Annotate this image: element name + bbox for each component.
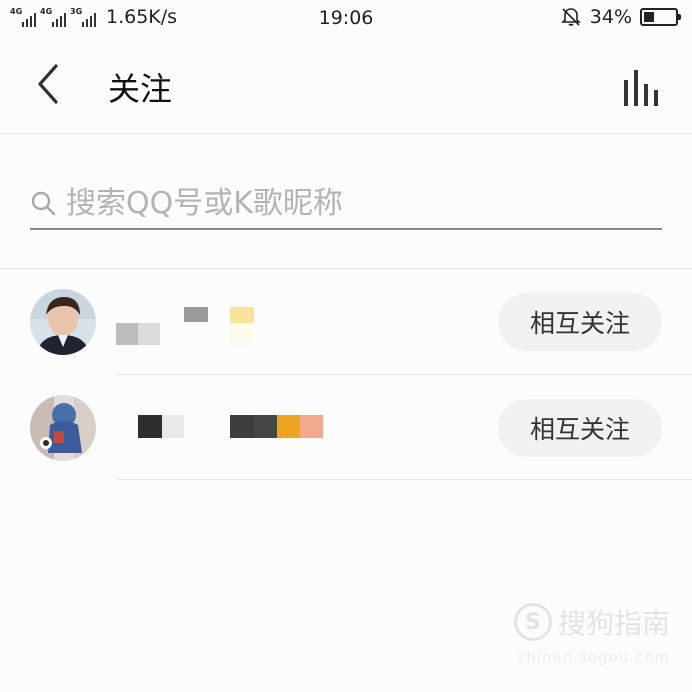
search-icon (31, 191, 56, 216)
mutual-follow-button[interactable]: 相互关注 (498, 293, 662, 351)
battery-percent: 34% (589, 6, 632, 28)
mutual-follow-button[interactable]: 相互关注 (498, 399, 662, 457)
bell-muted-icon (560, 8, 581, 26)
back-button[interactable] (28, 62, 72, 106)
bar-chart-icon (624, 70, 658, 106)
watermark-url: zhinan.sogou.com (517, 648, 670, 666)
nickname-redacted (230, 307, 254, 323)
watermark-brand: 搜狗指南 (557, 607, 670, 640)
list-item[interactable]: 相互关注 (0, 269, 692, 375)
avatar-image (30, 395, 96, 461)
header-bar: 关注 (0, 36, 692, 134)
app-screen: 4G 4G 3G 1.65K/s 19:06 34% 关注 搜索QQ号或K歌昵称… (0, 0, 692, 692)
page-title: 关注 (108, 70, 173, 108)
status-bar: 4G 4G 3G 1.65K/s 19:06 34% (0, 0, 692, 36)
nickname-redacted (138, 415, 184, 438)
chevron-left-icon (38, 64, 58, 104)
battery-icon (640, 8, 681, 26)
nickname-redacted (116, 323, 160, 345)
avatar[interactable] (30, 289, 96, 355)
list-item[interactable]: 相互关注 (0, 375, 692, 481)
search-input[interactable] (66, 178, 656, 228)
nickname-redacted (230, 323, 254, 345)
row-divider (116, 479, 692, 480)
avatar[interactable] (30, 395, 96, 461)
sogou-logo-icon: S (513, 603, 552, 641)
watermark: S 搜狗指南 (513, 602, 670, 642)
avatar-image (30, 289, 96, 355)
search-bar (30, 178, 662, 230)
battery-level-fill (644, 12, 655, 22)
ranking-button[interactable] (620, 66, 668, 110)
nickname-redacted (184, 307, 208, 322)
nickname-redacted (230, 415, 323, 438)
status-right: 34% (560, 6, 681, 28)
